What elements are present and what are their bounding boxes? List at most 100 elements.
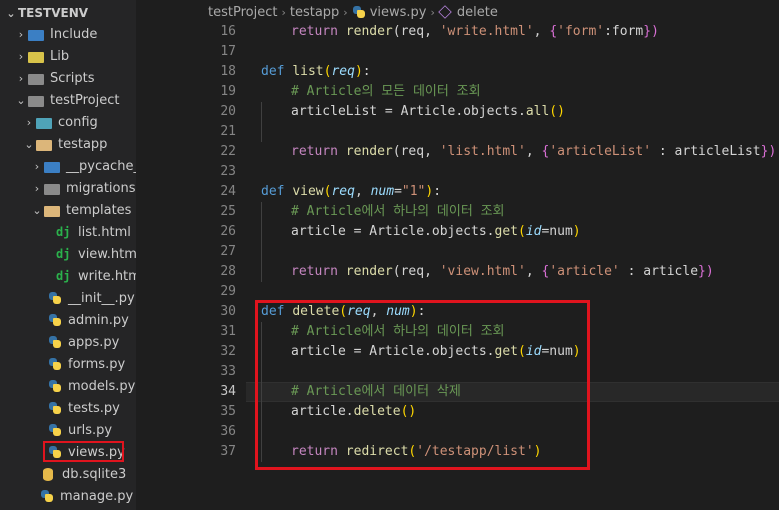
chevron-right-icon[interactable]: ›	[14, 50, 28, 63]
breadcrumb-app[interactable]: testapp	[290, 5, 339, 20]
line-number: 22	[220, 144, 236, 159]
explorer-sidebar: ⌄ TESTVENV › Include › Lib › Scripts ⌄ testP…	[0, 0, 136, 510]
python-icon	[48, 335, 62, 349]
tree-item-label: write.html	[78, 268, 136, 284]
chevron-down-icon[interactable]: ⌄	[14, 94, 28, 107]
line-number: 32	[220, 344, 236, 359]
explorer-root[interactable]: ⌄ TESTVENV	[4, 4, 88, 22]
line-number: 26	[220, 224, 236, 239]
tree-folder-lib[interactable]: › Lib	[0, 45, 136, 67]
tree-folder-migrations[interactable]: › migrations	[0, 177, 136, 199]
line-number: 21	[220, 124, 236, 139]
tree-item-label: urls.py	[68, 422, 113, 438]
line-number: 36	[220, 424, 236, 439]
tree-file-manage-py[interactable]: manage.py	[0, 485, 136, 507]
tree-file-admin-py[interactable]: admin.py	[0, 309, 136, 331]
tree-file-urls-py[interactable]: urls.py	[0, 419, 136, 441]
tree-item-label: tests.py	[68, 400, 120, 416]
tree-file-models-py[interactable]: models.py	[0, 375, 136, 397]
tree-folder-include[interactable]: › Include	[0, 23, 136, 45]
tree-item-label: db.sqlite3	[62, 466, 127, 482]
tree-item-label: migrations	[66, 180, 136, 196]
code-line: 24 def view(req, num="1"):	[136, 182, 779, 202]
code-line: 22 return render(req, 'list.html', {'arti…	[136, 142, 779, 162]
tree-folder-pycache[interactable]: › __pycache__	[0, 155, 136, 177]
chevron-down-icon[interactable]: ⌄	[4, 7, 18, 20]
line-number: 27	[220, 244, 236, 259]
python-icon	[48, 423, 62, 437]
chevron-right-icon: ›	[281, 5, 286, 19]
line-number: 20	[220, 104, 236, 119]
line-number: 37	[220, 444, 236, 459]
code-line: 17	[136, 42, 779, 62]
line-code: return render(req, 'list.html', {'articl…	[291, 144, 777, 159]
python-icon	[48, 357, 62, 371]
line-code: def view(req, num="1"):	[261, 184, 442, 199]
folder-icon	[28, 73, 44, 85]
tree-file-tests-py[interactable]: tests.py	[0, 397, 136, 419]
code-line: 29	[136, 282, 779, 302]
python-icon	[48, 291, 62, 305]
line-number: 34	[220, 384, 236, 399]
line-number: 29	[220, 284, 236, 299]
method-icon	[438, 5, 452, 19]
line-code: # Article의 모든 데이터 조회	[291, 84, 481, 99]
django-icon: dj	[56, 269, 71, 283]
tree-file-list-html[interactable]: dj list.html	[0, 221, 136, 243]
tree-folder-scripts[interactable]: › Scripts	[0, 67, 136, 89]
code-line: 18 def list(req):	[136, 62, 779, 82]
tree-file-db-sqlite3[interactable]: db.sqlite3	[0, 463, 136, 485]
code-line: 20 articleList = Article.objects.all()	[136, 102, 779, 122]
chevron-right-icon[interactable]: ›	[14, 28, 28, 41]
tree-item-label: __init__.py	[68, 290, 135, 306]
chevron-right-icon[interactable]: ›	[30, 182, 44, 195]
tree-folder-config[interactable]: › config	[0, 111, 136, 133]
line-code: articleList = Article.objects.all()	[291, 104, 565, 119]
chevron-down-icon[interactable]: ⌄	[22, 138, 36, 151]
line-number: 23	[220, 164, 236, 179]
tree-file-write-html[interactable]: dj write.html	[0, 265, 136, 287]
folder-icon	[44, 161, 60, 173]
tree-folder-testapp[interactable]: ⌄ testapp	[0, 133, 136, 155]
breadcrumb: testProject › testapp › views.py › delet…	[136, 2, 498, 22]
tree-item-label: view.html	[78, 246, 136, 262]
folder-icon	[44, 183, 60, 195]
breadcrumb-project[interactable]: testProject	[208, 5, 277, 20]
python-icon	[40, 489, 54, 503]
tree-file-init-py[interactable]: __init__.py	[0, 287, 136, 309]
code-editor[interactable]: testProject › testapp › views.py › delet…	[136, 0, 779, 510]
line-code: return render(req, 'view.html', {'articl…	[291, 264, 714, 279]
code-line: 25 # Article에서 하나의 데이터 조회	[136, 202, 779, 222]
tree-file-apps-py[interactable]: apps.py	[0, 331, 136, 353]
chevron-right-icon[interactable]: ›	[14, 72, 28, 85]
tree-file-view-html[interactable]: dj view.html	[0, 243, 136, 265]
chevron-right-icon[interactable]: ›	[22, 116, 36, 129]
line-number: 17	[220, 44, 236, 59]
code-line: 28 return render(req, 'view.html', {'arti…	[136, 262, 779, 282]
views-py-highlight-box	[43, 441, 124, 462]
line-number: 16	[220, 24, 236, 39]
line-number: 25	[220, 204, 236, 219]
breadcrumb-symbol[interactable]: delete	[457, 5, 498, 20]
tree-file-forms-py[interactable]: forms.py	[0, 353, 136, 375]
line-number: 33	[220, 364, 236, 379]
code-line: 26 article = Article.objects.get(id=num)	[136, 222, 779, 242]
code-line: 19 # Article의 모든 데이터 조회	[136, 82, 779, 102]
code-line: 21	[136, 122, 779, 142]
chevron-right-icon[interactable]: ›	[30, 160, 44, 173]
tree-item-label: config	[58, 114, 98, 130]
tree-item-label: testapp	[58, 136, 108, 152]
python-icon	[352, 5, 366, 19]
tree-folder-testproject[interactable]: ⌄ testProject	[0, 89, 136, 111]
tree-item-label: admin.py	[68, 312, 129, 328]
tree-item-label: list.html	[78, 224, 131, 240]
folder-icon	[28, 95, 44, 107]
breadcrumb-file[interactable]: views.py	[370, 5, 427, 20]
tree-folder-templates[interactable]: ⌄ templates	[0, 199, 136, 221]
python-icon	[48, 379, 62, 393]
chevron-down-icon[interactable]: ⌄	[30, 204, 44, 217]
line-number: 18	[220, 64, 236, 79]
tree-item-label: manage.py	[60, 488, 134, 504]
tree-item-label: forms.py	[68, 356, 126, 372]
delete-function-highlight-box	[255, 300, 590, 470]
